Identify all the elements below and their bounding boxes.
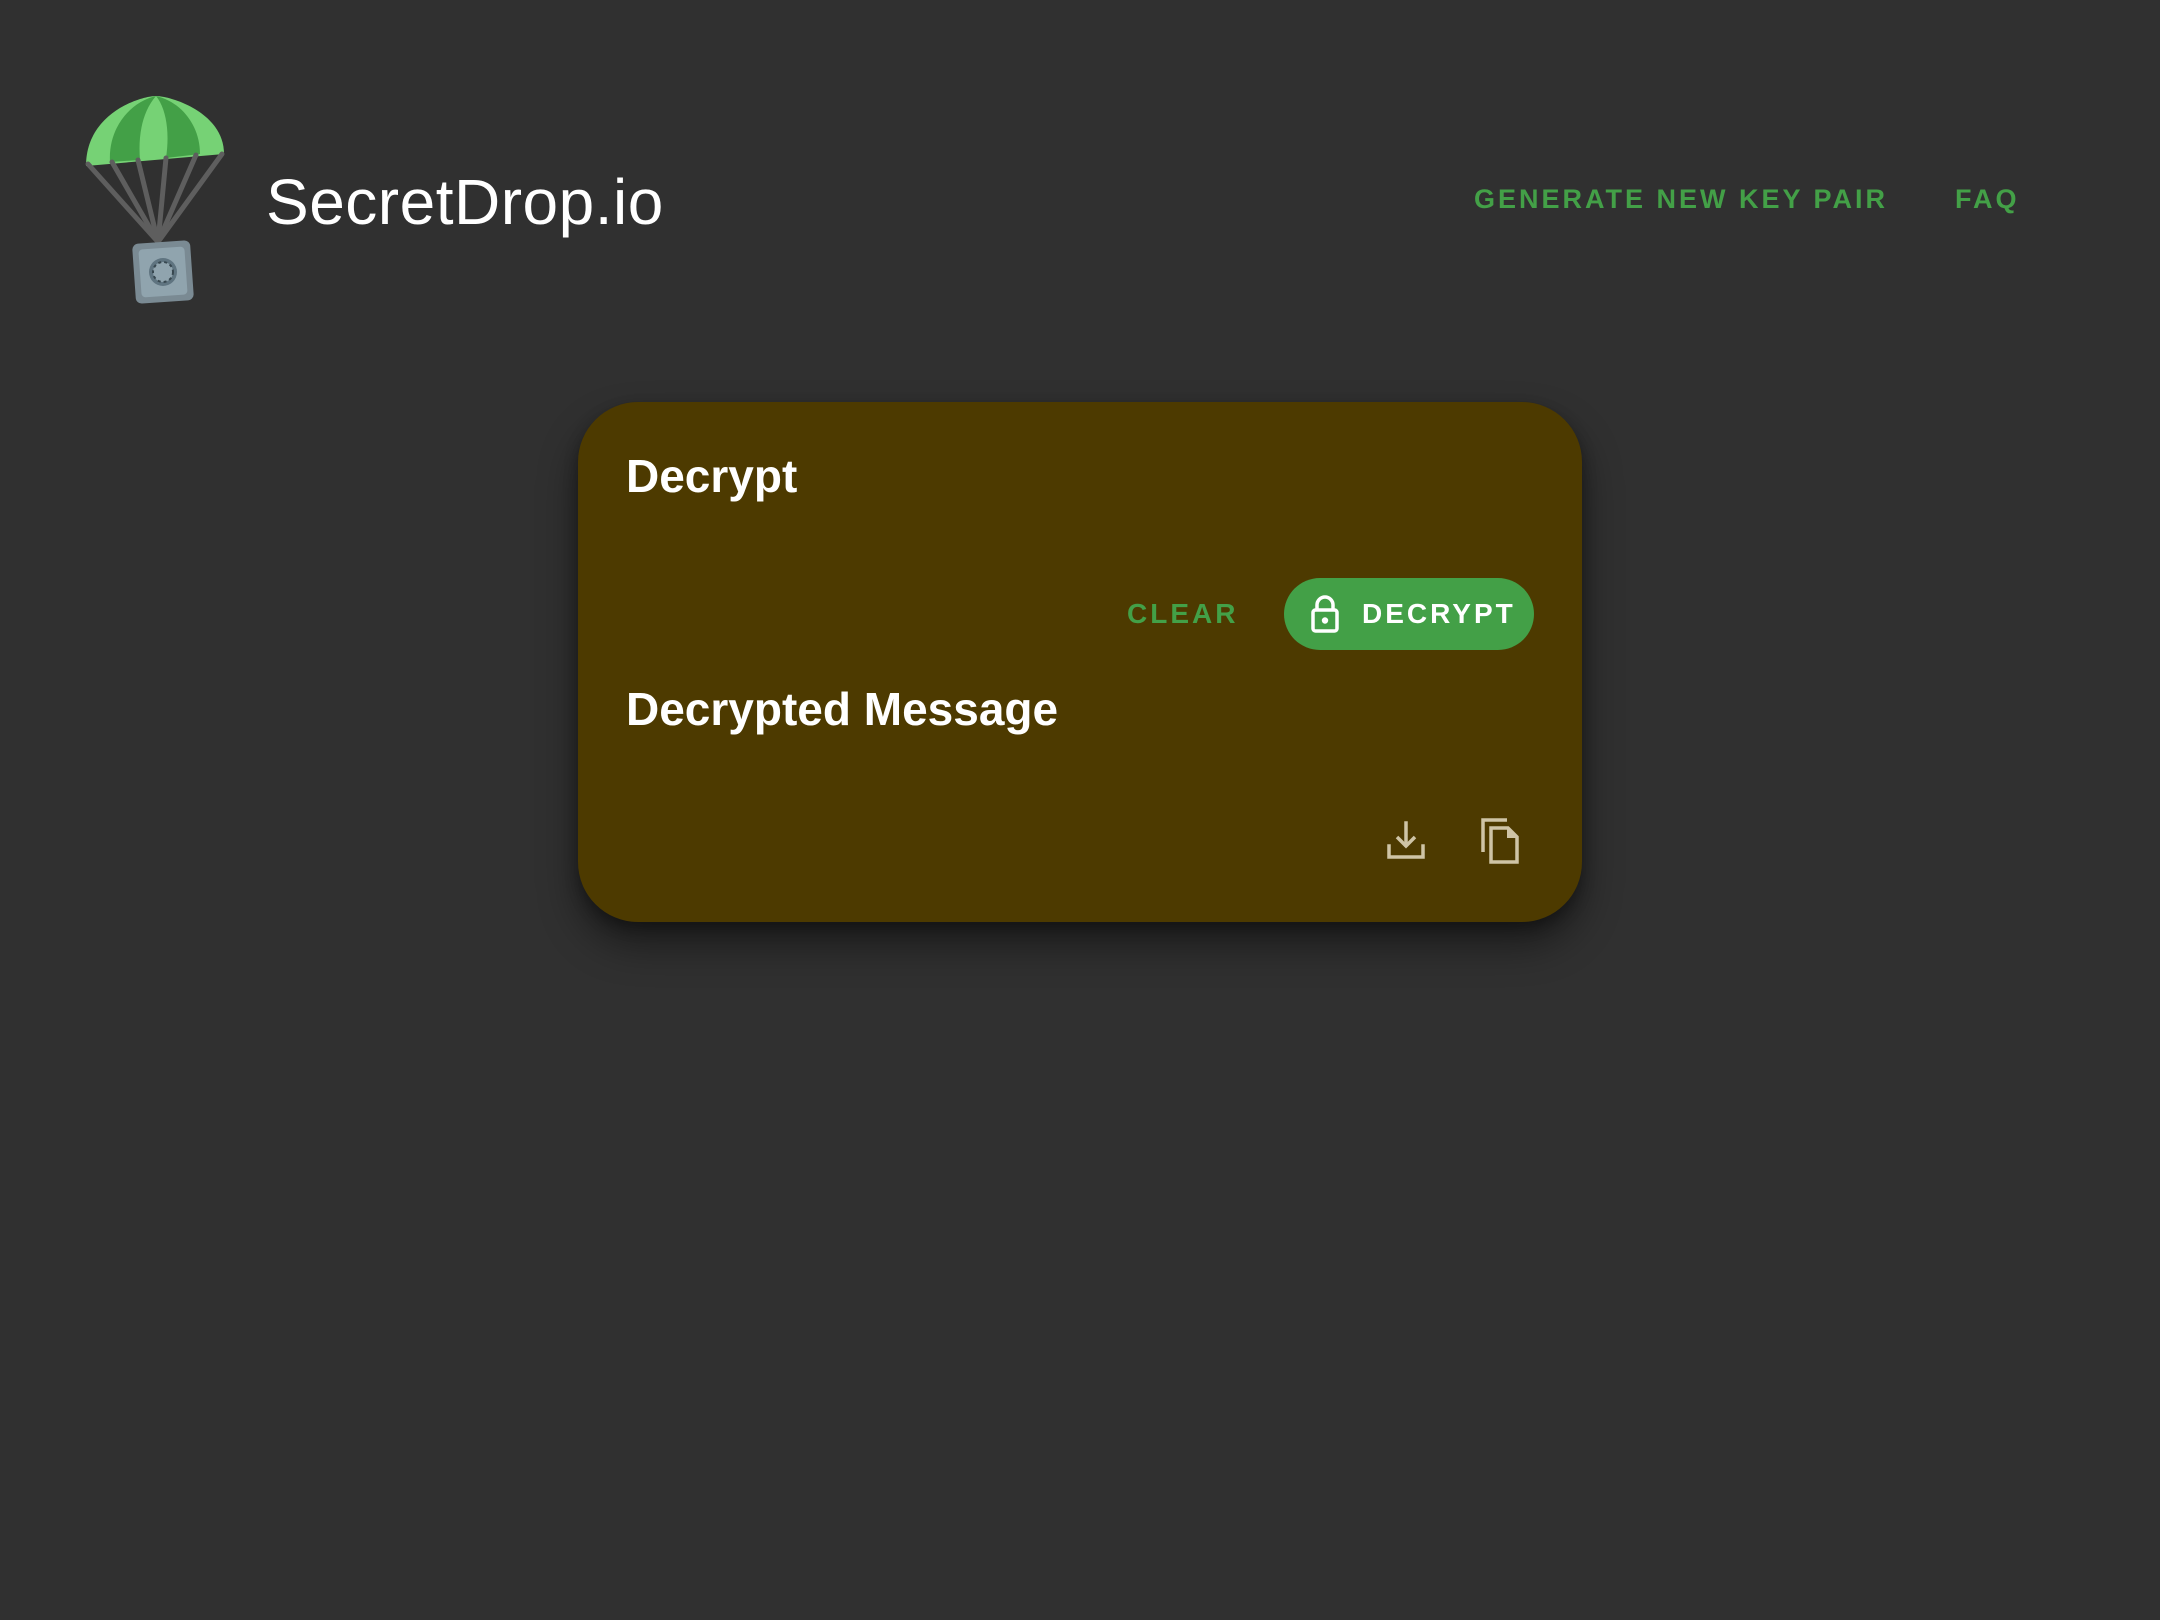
site-title[interactable]: SecretDrop.io [266,160,664,244]
download-icon [1384,819,1428,868]
nav-faq[interactable]: FAQ [1955,184,2020,224]
decrypt-button[interactable]: DECRYPT [1284,578,1534,650]
decrypt-heading: Decrypt [626,450,798,502]
nav-generate-key-pair[interactable]: GENERATE NEW KEY PAIR [1474,184,1888,224]
decrypt-button-label: DECRYPT [1362,598,1516,629]
clear-button[interactable]: CLEAR [1115,579,1250,649]
copy-icon [1478,816,1522,871]
copy-button[interactable] [1470,813,1530,873]
lock-icon [1310,594,1340,634]
decrypted-message-heading: Decrypted Message [626,683,1059,735]
app-header: SecretDrop.io GENERATE NEW KEY PAIR FAQ [0,0,2160,320]
download-button[interactable] [1376,813,1436,873]
parachute-logo-icon[interactable] [82,92,230,312]
decrypt-card: Decrypt CLEAR DECRYPT Decrypted Message [578,402,1582,922]
